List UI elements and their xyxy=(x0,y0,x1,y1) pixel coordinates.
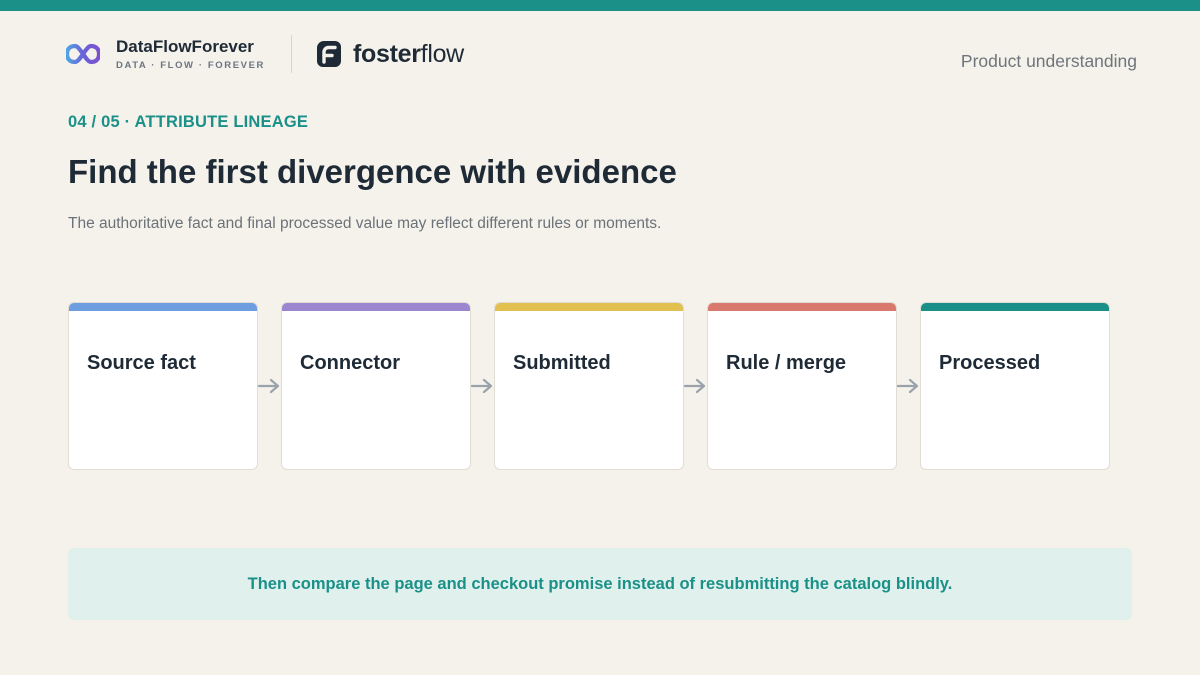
header-logos: DataFlowForever DATA · FLOW · FOREVER fo… xyxy=(66,34,464,74)
stage-color-bar xyxy=(921,303,1109,311)
infinity-logo-icon xyxy=(66,43,100,65)
header-divider xyxy=(291,35,292,73)
top-accent-bar xyxy=(0,0,1200,11)
dataflowforever-tagline: DATA · FLOW · FOREVER xyxy=(116,60,265,71)
stage-color-bar xyxy=(69,303,257,311)
stage-label: Rule / merge xyxy=(726,352,847,374)
stage-card-source-fact: Source fact xyxy=(68,302,258,470)
callout-text: Then compare the page and checkout promi… xyxy=(247,574,953,593)
callout-box: Then compare the page and checkout promi… xyxy=(68,548,1132,620)
stage-label: Connector xyxy=(300,352,400,374)
section-label: Product understanding xyxy=(960,51,1137,71)
dataflowforever-logo: DataFlowForever DATA · FLOW · FOREVER xyxy=(66,37,265,71)
stage-label: Processed xyxy=(939,352,1041,374)
dataflowforever-wordmark: DataFlowForever xyxy=(116,37,254,56)
stage-label: Submitted xyxy=(513,352,611,374)
lineage-pipeline: Source fact Connector Submitted Rule / m… xyxy=(68,302,1113,470)
page-subtitle: The authoritative fact and final process… xyxy=(68,215,662,232)
slide-eyebrow: 04 / 05 · ATTRIBUTE LINEAGE xyxy=(68,113,309,131)
stage-color-bar xyxy=(708,303,896,311)
fosterflow-logo: fosterflow xyxy=(316,40,464,69)
stage-label: Source fact xyxy=(87,352,196,374)
page-title: Find the first divergence with evidence xyxy=(68,153,677,190)
arrow-right-icon xyxy=(683,378,706,394)
arrow-right-icon xyxy=(257,378,280,394)
stage-card-processed: Processed xyxy=(920,302,1110,470)
stage-card-rule-merge: Rule / merge xyxy=(707,302,897,470)
stage-card-submitted: Submitted xyxy=(494,302,684,470)
stage-card-connector: Connector xyxy=(281,302,471,470)
arrow-right-icon xyxy=(896,378,919,394)
arrow-right-icon xyxy=(470,378,493,394)
stage-color-bar xyxy=(495,303,683,311)
fosterflow-wordmark: fosterflow xyxy=(353,39,464,68)
fosterflow-mark-icon xyxy=(317,41,341,67)
stage-color-bar xyxy=(282,303,470,311)
